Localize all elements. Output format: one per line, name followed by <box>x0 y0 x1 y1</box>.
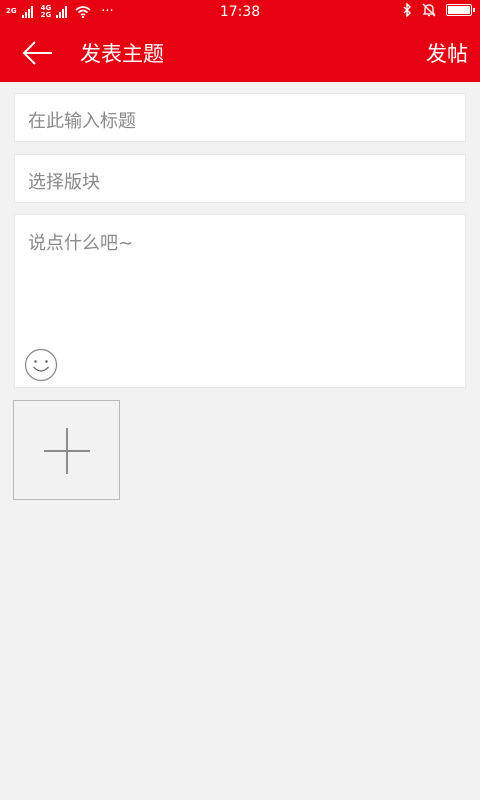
add-image-button[interactable] <box>13 400 120 500</box>
board-select[interactable]: 选择版块 <box>14 154 466 203</box>
content-placeholder: 说点什么吧~ <box>28 233 134 254</box>
app-header: 2G 4G 2G ··· 17:38 发表主题 发帖 <box>0 0 480 82</box>
emoji-button[interactable] <box>24 348 58 382</box>
bluetooth-icon <box>403 3 411 17</box>
battery-icon <box>446 4 475 16</box>
title-input[interactable]: 在此输入标题 <box>14 93 466 142</box>
back-button[interactable] <box>16 34 60 72</box>
status-bar: 2G 4G 2G ··· 17:38 <box>0 0 480 24</box>
plus-icon <box>44 428 90 474</box>
status-right <box>402 3 475 17</box>
page-title: 发表主题 <box>80 42 164 66</box>
alarm-off-icon <box>422 3 436 17</box>
content-textarea[interactable]: 说点什么吧~ <box>14 214 466 388</box>
smiley-icon <box>24 348 58 382</box>
post-button[interactable]: 发帖 <box>426 38 468 68</box>
arrow-left-icon <box>22 41 52 65</box>
nav-bar: 发表主题 发帖 <box>0 24 480 82</box>
title-placeholder: 在此输入标题 <box>28 111 136 132</box>
board-placeholder: 选择版块 <box>28 172 100 193</box>
